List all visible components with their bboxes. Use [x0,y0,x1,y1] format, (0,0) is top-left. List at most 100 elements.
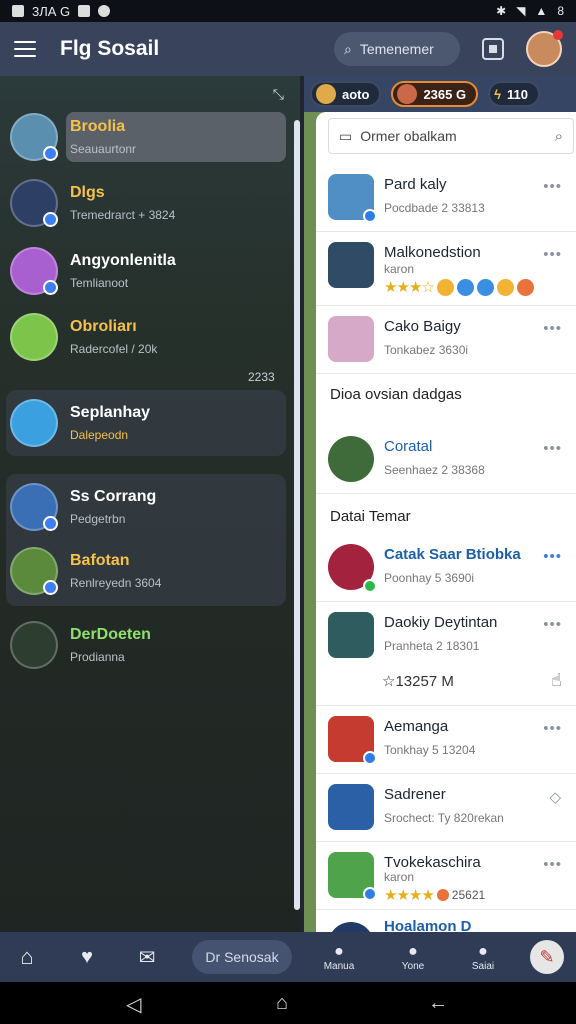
diamond-icon[interactable]: ◇ [549,788,562,806]
chat-subtitle: Seauaurtonr [70,142,137,156]
chip-label: 2365 G [423,86,467,102]
heart-icon[interactable]: ♥ [70,940,104,974]
friend-subtitle: Tonkabez 3630i [384,343,469,357]
friend-name: Pard kaly [384,176,447,193]
nav-label: Yone [401,960,425,972]
friend-subtitle: Srochect: Ty 820rekan [384,811,504,825]
chat-icon: ● [334,942,344,960]
chat-name: Angyonlenitla [70,252,176,269]
more-icon[interactable]: ••• [543,178,562,195]
more-icon[interactable]: ••• [543,616,562,633]
avatar [10,399,58,447]
verified-badge-icon [43,146,58,161]
back-icon[interactable]: ◁ [126,992,141,1017]
system-navigation-bar: ◁ ⌂ ← [0,982,576,1024]
recents-icon[interactable]: ← [428,992,448,1015]
avatar [10,179,58,227]
emoji-icon[interactable] [516,278,534,296]
nav-search-pill[interactable]: Dr Senosak [192,940,292,974]
emoji-icon [436,889,449,901]
mail-icon[interactable]: ✉ [130,940,164,974]
scrollbar[interactable] [294,120,300,910]
search-input[interactable]: ⌕ Temenemer [334,32,460,66]
more-icon[interactable]: ••• [543,320,562,337]
emoji-icon[interactable] [436,278,454,296]
friend-name: Aemanga [384,718,449,735]
home-button-icon[interactable]: ⌂ [276,992,288,1015]
friend-search-input[interactable]: ▭ Ormer obalkam ⌕ [328,118,574,154]
more-icon[interactable]: ••• [543,548,562,565]
bluetooth-icon: ✱ [496,4,507,18]
friend-row[interactable]: Coratal Seenhaez 2 38368 ••• [316,426,576,494]
thumbs-up-icon[interactable]: ☝ [551,670,562,691]
friend-subtitle: karon [384,262,415,276]
friend-subtitle: Poonhay 5 3690i [384,571,475,585]
more-icon[interactable]: ••• [543,720,562,737]
search-icon[interactable]: ⌕ [555,128,563,145]
friend-row[interactable]: Cako Baigy Tonkabez 3630i ••• [316,306,576,374]
friend-row[interactable]: Aemanga Tonkhay 5 13204 ••• [316,706,576,774]
friend-row[interactable]: Sadrener Srochect: Ty 820rekan ◇ [316,774,576,842]
chat-subtitle: Temlianoot [70,276,129,290]
chat-item[interactable]: Seplanhay Dalepeodn [10,392,286,454]
profile-avatar[interactable] [526,30,563,67]
wifi-icon: ◥ [516,4,526,18]
chat-item[interactable]: Broolia Seauaurtonr [10,106,286,168]
chat-subtitle: Dalepeodn [70,428,129,442]
verified-badge-icon [363,751,377,765]
chat-icon[interactable] [482,38,504,60]
more-icon[interactable]: ••• [543,246,562,263]
coins-chip[interactable]: aoto [310,81,382,107]
avatar [10,621,58,669]
section-header: Datai Temar [330,508,411,525]
avatar [328,922,374,932]
chip-label: aoto [342,86,370,102]
chat-item[interactable]: Angyonlenitla Temlianoot [10,240,286,302]
nav-label: Saiai [471,960,495,972]
energy-chip[interactable]: ϟ 110 [488,81,540,107]
friend-row[interactable]: Daokiy Deytintan Pranheta 2 18301 ••• ☆1… [316,602,576,706]
friend-row[interactable]: Malkonedstion karon ★★★☆ ••• [316,232,576,306]
emoji-icon[interactable] [496,278,514,296]
nav-label: Manua [323,960,355,972]
chat-name: Obroliarı [70,318,137,335]
friend-name: Sadrener [384,786,446,803]
chat-subtitle: Pedgetrbn [70,512,126,526]
chat-subtitle: Tremedrarct + 3824 [70,208,176,222]
chat-item[interactable]: Obroliarı Radercofel / 20k [10,306,286,368]
menu-icon[interactable] [14,41,36,57]
nav-item-manua[interactable]: ● Manua [322,940,356,974]
rating-stars: ★★★☆ [384,279,435,296]
nav-item-yone[interactable]: ● Yone [396,940,430,974]
verified-badge-icon [43,580,58,595]
friend-row[interactable]: Hoalamon D [316,912,576,932]
chat-item[interactable]: Dlgs Tremedrarct + 3824 [10,172,286,234]
friend-row[interactable]: Tvokekaschira karon ★★★★ 25621 ••• [316,842,576,910]
chat-item[interactable]: Bafotan Renlreyedn 3604 [10,540,286,602]
lightning-icon: ϟ [494,86,501,102]
chat-item[interactable]: DerDoeten Prodianna [10,614,286,676]
gold-chip[interactable]: 2365 G [391,81,479,107]
chat-item[interactable]: Ss Corrang Pedgetrbn [10,476,286,538]
more-icon[interactable]: ••• [543,856,562,873]
like-count-value: 13257 M [395,673,454,690]
nav-item-saiai[interactable]: ● Saiai [466,940,500,974]
friend-row[interactable]: Pard kaly Pocdbade 2 33813 ••• [316,164,576,232]
chat-subtitle: Renlreyedn 3604 [70,576,162,590]
emoji-icon[interactable] [476,278,494,296]
friend-row[interactable]: Catak Saar Btiobka Poonhay 5 3690i ••• [316,534,576,602]
unread-count: 2233 [248,370,275,384]
emoji-icon[interactable] [456,278,474,296]
verified-badge-icon [363,209,377,223]
avatar [328,784,374,830]
chat-name: Dlgs [70,184,105,201]
verified-badge-icon [43,280,58,295]
bottom-navigation: ⌂ ♥ ✉ Dr Senosak ● Manua ● Yone ● Saiai ✎ [0,932,576,982]
avatar [10,247,58,295]
more-icon[interactable]: ••• [543,440,562,457]
pin-icon[interactable]: ⤡ [273,86,284,103]
home-icon[interactable]: ⌂ [10,940,44,974]
friend-name: Malkonedstion [384,244,481,261]
app-notification-icon [78,5,91,17]
profile-icon[interactable]: ✎ [530,940,564,974]
